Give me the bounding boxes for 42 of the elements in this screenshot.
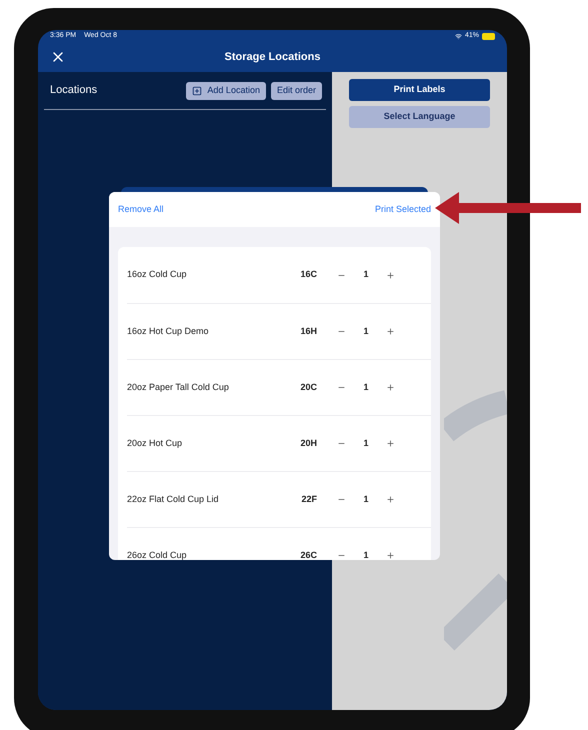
battery-icon [482,32,495,40]
plus-icon [386,495,395,504]
item-name: 26oz Cold Cup [127,548,188,560]
item-code: 20C [299,380,317,394]
item-quantity: 1 [362,268,370,282]
item-name: 16oz Hot Cup Demo [127,324,210,338]
item-code: 16C [299,268,317,282]
print-labels-button[interactable]: Print Labels [349,79,490,101]
remove-all-link[interactable]: Remove All [118,202,164,216]
plus-icon [386,439,395,448]
arrow-icon [433,190,583,226]
item-name: 22oz Flat Cold Cup Lid [127,492,220,506]
edit-order-button[interactable]: Edit order [270,82,322,100]
item-code: 26C [299,548,317,560]
item-quantity: 1 [362,492,370,506]
screen-title: Storage Locations [224,50,320,65]
wifi-icon [454,32,462,40]
add-icon [192,86,202,96]
item-name: 20oz Paper Tall Cold Cup [127,380,230,394]
item-quantity: 1 [362,436,370,450]
increase-button[interactable] [386,270,395,280]
increase-button[interactable] [386,495,395,504]
item-code: 16H [299,324,317,338]
item-quantity: 1 [362,324,370,338]
item-code: 22F [300,492,317,506]
increase-button[interactable] [386,327,395,336]
item-quantity: 1 [362,380,370,394]
item-name: 20oz Hot Cup [127,436,184,450]
plus-icon [386,270,395,280]
print-selected-link[interactable]: Print Selected [374,202,431,216]
increase-button[interactable] [386,551,395,560]
item-code: 20H [299,436,317,450]
locations-heading: Locations [50,83,98,98]
increase-button[interactable] [386,439,395,448]
item-name: 16oz Cold Cup [127,268,188,282]
plus-icon [386,383,395,392]
add-location-button[interactable]: Add Location [186,82,266,100]
plus-icon [386,327,395,336]
select-language-button[interactable]: Select Language [349,106,490,128]
plus-icon [386,551,395,560]
increase-button[interactable] [386,383,395,392]
item-quantity: 1 [362,548,370,560]
